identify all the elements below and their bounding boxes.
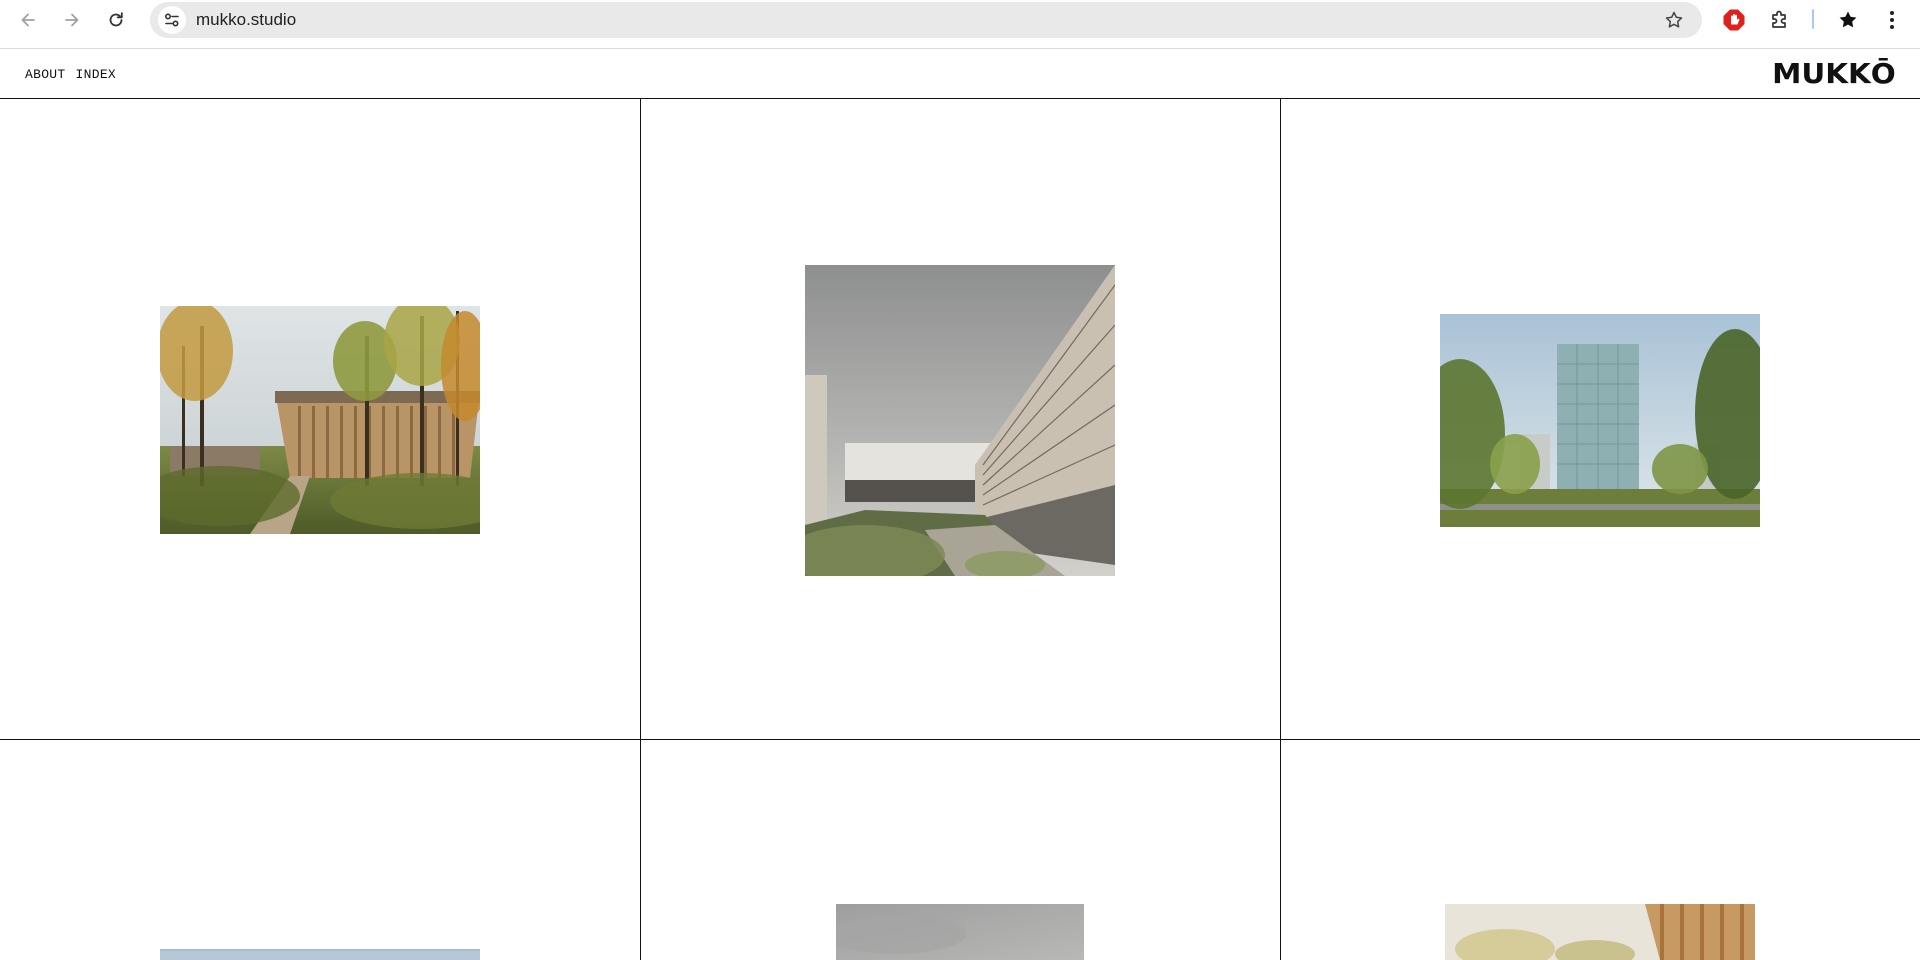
project-thumbnail[interactable] bbox=[1445, 904, 1755, 960]
bookmarks-manager-button[interactable] bbox=[1832, 4, 1864, 36]
arrow-left-icon bbox=[21, 13, 35, 27]
project-thumbnail[interactable] bbox=[160, 306, 480, 534]
puzzle-icon bbox=[1772, 10, 1786, 28]
forward-button[interactable] bbox=[56, 4, 88, 36]
site-info-button[interactable] bbox=[158, 6, 186, 34]
glass-tower-park-image bbox=[1440, 314, 1760, 527]
nav-about-link[interactable]: ABOUT bbox=[25, 67, 66, 82]
stop-hand-icon bbox=[1723, 9, 1745, 31]
site-nav: ABOUT INDEX bbox=[25, 49, 116, 99]
grid-divider bbox=[640, 99, 641, 960]
url-text[interactable]: mukko.studio bbox=[196, 2, 296, 38]
project-card[interactable] bbox=[641, 99, 1280, 739]
site-header: ABOUT INDEX MUKKŌ bbox=[0, 49, 1920, 99]
grey-sky-partial-image bbox=[836, 904, 1084, 960]
bookmark-button[interactable] bbox=[1660, 6, 1688, 34]
project-card[interactable] bbox=[1281, 740, 1920, 960]
star-outline-icon bbox=[1665, 11, 1683, 28]
project-card[interactable] bbox=[641, 740, 1280, 960]
grid-divider bbox=[1280, 99, 1281, 960]
project-card[interactable] bbox=[0, 99, 640, 739]
project-thumbnail[interactable] bbox=[1440, 314, 1760, 527]
forest-pavilion-image bbox=[160, 306, 480, 534]
extensions-button[interactable] bbox=[1764, 4, 1796, 36]
nav-index-link[interactable]: INDEX bbox=[76, 67, 117, 82]
project-thumbnail[interactable] bbox=[160, 948, 480, 960]
address-bar[interactable]: mukko.studio bbox=[150, 2, 1702, 38]
arrow-right-icon bbox=[65, 13, 79, 27]
logo-text: MUKKŌ bbox=[1772, 57, 1896, 90]
site-logo[interactable]: MUKKŌ bbox=[1772, 59, 1896, 89]
toolbar-divider bbox=[1812, 9, 1814, 29]
sky-partial-image bbox=[160, 949, 480, 960]
grid-divider bbox=[0, 739, 1920, 740]
project-card[interactable] bbox=[1281, 99, 1920, 739]
reload-icon bbox=[109, 12, 123, 27]
browser-menu-button[interactable] bbox=[1876, 4, 1908, 36]
browser-toolbar: mukko.studio bbox=[0, 0, 1920, 49]
timber-facade-partial-image bbox=[1445, 904, 1755, 960]
tune-icon bbox=[164, 13, 179, 27]
adblock-extension-button[interactable] bbox=[1718, 4, 1750, 36]
reload-button[interactable] bbox=[100, 4, 132, 36]
back-button[interactable] bbox=[12, 4, 44, 36]
star-filled-icon bbox=[1839, 11, 1857, 28]
project-thumbnail[interactable] bbox=[805, 265, 1115, 576]
project-card[interactable] bbox=[0, 740, 640, 960]
courtyard-building-image bbox=[805, 265, 1115, 576]
project-thumbnail[interactable] bbox=[836, 904, 1084, 960]
project-grid bbox=[0, 99, 1920, 960]
kebab-menu-icon bbox=[1890, 11, 1894, 29]
